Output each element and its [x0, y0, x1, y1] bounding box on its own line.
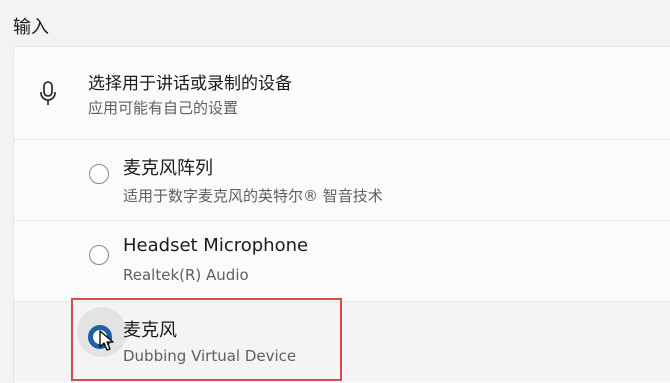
radio-button[interactable]: [89, 245, 109, 265]
microphone-icon: [40, 81, 56, 105]
device-option-microphone-array[interactable]: 麦克风阵列 适用于数字麦克风的英特尔® 智音技术: [14, 140, 670, 221]
header-subtitle: 应用可能有自己的设置: [88, 99, 239, 117]
device-option-headset-microphone[interactable]: Headset Microphone Realtek(R) Audio: [14, 221, 670, 302]
device-description: Realtek(R) Audio: [123, 266, 249, 284]
radio-button[interactable]: [89, 164, 109, 184]
header-title: 选择用于讲话或录制的设备: [88, 74, 292, 94]
device-description: 适用于数字麦克风的英特尔® 智音技术: [123, 187, 383, 205]
device-name: 麦克风阵列: [123, 158, 213, 179]
section-title: 输入: [13, 17, 49, 38]
input-device-header: 选择用于讲话或录制的设备 应用可能有自己的设置: [14, 47, 670, 140]
device-name: Headset Microphone: [123, 235, 309, 256]
annotation-highlight-box: [71, 298, 342, 381]
